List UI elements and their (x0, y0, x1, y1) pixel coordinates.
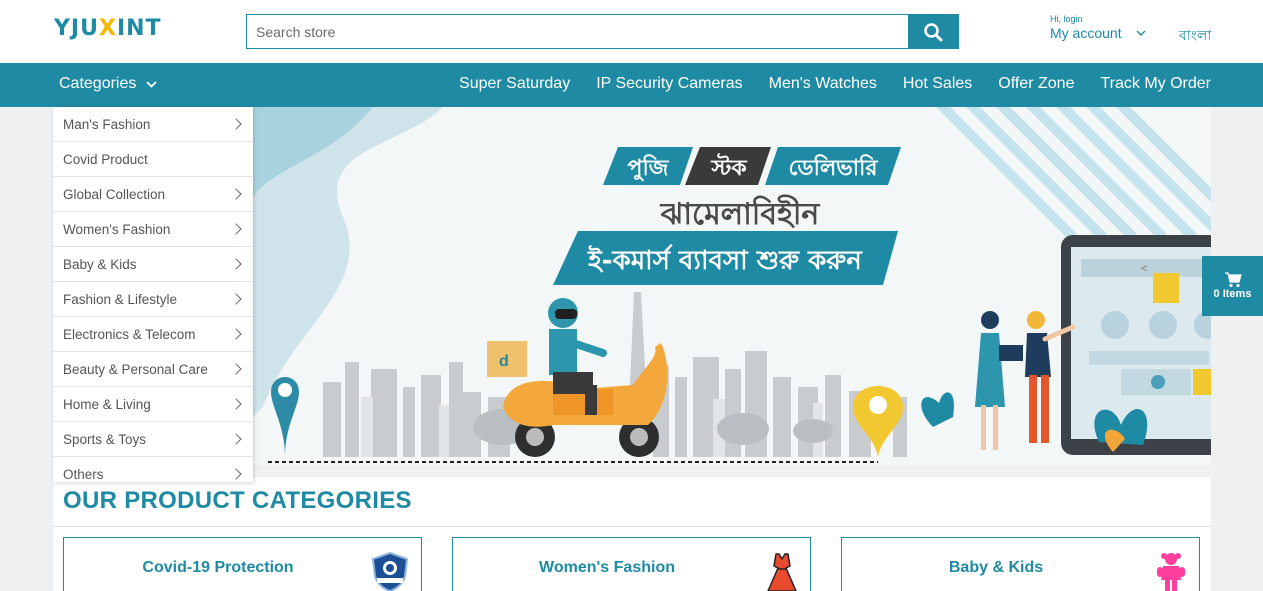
site-logo[interactable]: YJUXINT (54, 16, 162, 41)
sidebar-item-label: Covid Product (63, 151, 148, 167)
sidebar-item-others[interactable]: Others (53, 457, 253, 482)
sidebar-item-baby-kids[interactable]: Baby & Kids (53, 247, 253, 282)
account-menu[interactable]: Hi, login My account (1050, 14, 1146, 41)
sidebar-item-label: Global Collection (63, 186, 166, 202)
sidebar-item-beauty-personal-care[interactable]: Beauty & Personal Care (53, 352, 253, 387)
sidebar-item-global-collection[interactable]: Global Collection (53, 177, 253, 212)
banner-tag-3: ডেলিভারি (789, 154, 879, 181)
category-card-baby-kids[interactable]: Baby & Kids (841, 537, 1200, 591)
nav-mens-watches[interactable]: Men's Watches (769, 75, 877, 93)
chevron-right-icon (230, 223, 242, 235)
banner-tag-2: স্টক (710, 153, 748, 181)
svg-text:d: d (499, 353, 509, 370)
sidebar-item-home-living[interactable]: Home & Living (53, 387, 253, 422)
nav-track-my-order[interactable]: Track My Order (1100, 75, 1211, 93)
sidebar-item-womens-fashion[interactable]: Women's Fashion (53, 212, 253, 247)
search-icon (924, 22, 943, 41)
chevron-right-icon (230, 258, 242, 270)
sidebar-item-label: Man's Fashion (63, 116, 151, 132)
search-input[interactable] (247, 15, 909, 48)
section-title: OUR PRODUCT CATEGORIES (63, 487, 412, 514)
banner-headline: ঝামেলাবিহীন (660, 194, 821, 232)
hero-banner[interactable]: d < পুজি স্টক ডেলিভারি ঝামেলাবিহীন ই-কমা… (253, 107, 1211, 465)
search-bar (246, 14, 959, 49)
sidebar-item-label: Beauty & Personal Care (63, 361, 208, 377)
chevron-right-icon (230, 398, 242, 410)
category-card-womens-fashion[interactable]: Women's Fashion (452, 537, 811, 591)
sidebar-item-label: Women's Fashion (63, 221, 171, 237)
svg-text:<: < (1141, 263, 1147, 275)
chevron-down-icon (146, 80, 158, 88)
category-card-label: Covid-19 Protection (142, 559, 294, 576)
sidebar-item-sports-toys[interactable]: Sports & Toys (53, 422, 253, 457)
chevron-right-icon (230, 293, 242, 305)
floating-cart[interactable]: 0 Items (1202, 256, 1263, 316)
chevron-right-icon (230, 363, 242, 375)
sidebar-item-mans-fashion[interactable]: Man's Fashion (53, 107, 253, 142)
chevron-right-icon (230, 118, 242, 130)
sidebar-item-label: Fashion & Lifestyle (63, 291, 178, 307)
sidebar-item-label: Home & Living (63, 396, 151, 412)
category-card-label: Women's Fashion (539, 559, 675, 576)
site-header: YJUXINT Hi, login My account বাংলা (0, 0, 1263, 63)
chevron-right-icon (230, 433, 242, 445)
section-divider (53, 526, 1211, 527)
nav-hot-sales[interactable]: Hot Sales (903, 75, 972, 93)
sidebar-item-fashion-lifestyle[interactable]: Fashion & Lifestyle (53, 282, 253, 317)
banner-illustration: d < পুজি স্টক ডেলিভারি ঝামেলাবিহীন ই-কমা… (253, 107, 1211, 463)
sidebar-item-label: Sports & Toys (63, 431, 147, 447)
chevron-right-icon (230, 468, 242, 480)
sidebar-item-label: Electronics & Telecom (63, 326, 196, 342)
categories-toggle[interactable]: Categories (59, 75, 158, 93)
sidebar-item-covid-product[interactable]: Covid Product (53, 142, 253, 177)
sidebar-item-electronics-telecom[interactable]: Electronics & Telecom (53, 317, 253, 352)
main-nav: Categories Super Saturday IP Security Ca… (0, 63, 1263, 107)
nav-offer-zone[interactable]: Offer Zone (998, 75, 1074, 93)
my-account-label: My account (1050, 25, 1122, 41)
logo-text: YJU (54, 16, 99, 41)
language-switch[interactable]: বাংলা (1179, 24, 1211, 48)
banner-tag-1: পুজি (628, 154, 670, 182)
category-sidebar: Man's Fashion Covid Product Global Colle… (53, 107, 253, 482)
dress-icon (767, 553, 797, 591)
nav-ip-security-cameras[interactable]: IP Security Cameras (596, 75, 742, 93)
banner-subline: ই-কমার্স ব্যাবসা শুরু করুন (587, 244, 863, 276)
login-greeting: Hi, login (1050, 14, 1083, 24)
product-categories-section: OUR PRODUCT CATEGORIES Covid-19 Protecti… (53, 477, 1211, 591)
category-card-label: Baby & Kids (948, 559, 1044, 576)
categories-label: Categories (59, 75, 137, 92)
chevron-right-icon (230, 188, 242, 200)
category-card-covid-protection[interactable]: Covid-19 Protection (63, 537, 422, 591)
sidebar-item-label: Others (63, 466, 104, 482)
logo-text-end: INT (116, 16, 162, 41)
cart-count: 0 Items (1213, 288, 1252, 300)
nav-super-saturday[interactable]: Super Saturday (459, 75, 570, 93)
chevron-right-icon (230, 328, 242, 340)
cart-icon (1224, 272, 1242, 288)
chevron-down-icon (1136, 30, 1146, 36)
shield-icon (371, 552, 409, 591)
logo-accent: X (98, 16, 117, 41)
sidebar-item-label: Baby & Kids (63, 256, 137, 272)
search-button[interactable] (908, 15, 958, 48)
baby-icon (1157, 553, 1185, 591)
